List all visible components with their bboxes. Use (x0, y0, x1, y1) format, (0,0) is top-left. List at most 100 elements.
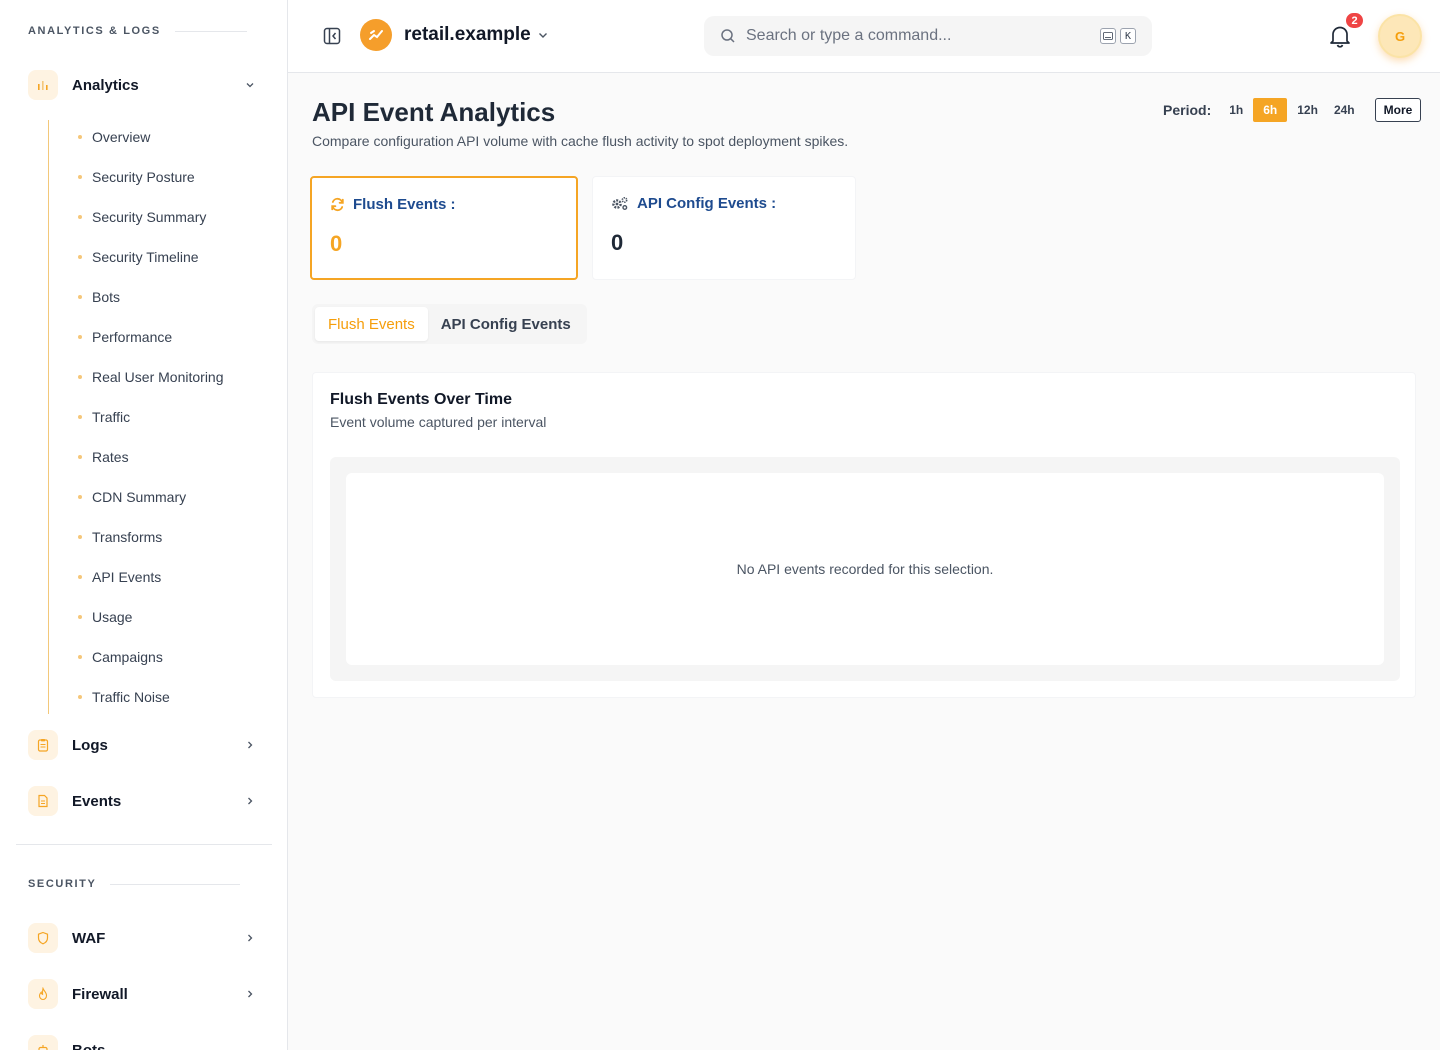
sidebar-subitem-label: Security Posture (92, 169, 195, 185)
bullet-dot-icon (78, 415, 82, 419)
sidebar-item-logs[interactable]: Logs (28, 729, 260, 761)
flush-events-label: Flush Events : (353, 196, 456, 213)
chevron-down-icon (537, 29, 549, 41)
bullet-dot-icon (78, 215, 82, 219)
page-title: API Event Analytics (312, 97, 556, 127)
bullet-dot-icon (78, 135, 82, 139)
api-config-events-count: 0 (611, 230, 624, 255)
sidebar-subitem-label: Usage (92, 609, 133, 625)
command-search[interactable]: K (704, 16, 1152, 56)
sidebar-collapse-icon (322, 26, 342, 46)
sidebar-item-label: WAF (72, 929, 106, 947)
chart-subtitle: Event volume captured per interval (330, 414, 547, 430)
sidebar-subitem-usage[interactable]: Usage (78, 605, 132, 629)
bullet-dot-icon (78, 695, 82, 699)
flush-events-count: 0 (330, 231, 343, 256)
bullet-dot-icon (78, 655, 82, 659)
sidebar-subitem-label: Security Summary (92, 209, 207, 225)
chevron-right-icon[interactable] (240, 735, 260, 755)
notification-badge: 2 (1345, 12, 1364, 29)
period-6h-button[interactable]: 6h (1253, 98, 1288, 122)
bullet-dot-icon (78, 455, 82, 459)
sidebar-subitem-security-posture[interactable]: Security Posture (78, 165, 195, 189)
sidebar-subitem-bots[interactable]: Bots (78, 285, 120, 309)
bot-icon (28, 1035, 58, 1050)
sidebar-subitem-traffic-noise[interactable]: Traffic Noise (78, 685, 170, 709)
sidebar-subitem-performance[interactable]: Performance (78, 325, 172, 349)
sidebar-subitem-real-user-monitoring[interactable]: Real User Monitoring (78, 365, 224, 389)
bullet-dot-icon (78, 255, 82, 259)
chart-title: Flush Events Over Time (330, 391, 512, 408)
sidebar-divider (16, 844, 272, 845)
clipboard-icon (28, 730, 58, 760)
sidebar-subitem-security-timeline[interactable]: Security Timeline (78, 245, 199, 269)
api-config-events-label: API Config Events : (637, 195, 777, 212)
sidebar-subitem-label: CDN Summary (92, 489, 187, 505)
period-24h-button[interactable]: 24h (1328, 98, 1361, 122)
bullet-dot-icon (78, 375, 82, 379)
sidebar-subitem-label: Campaigns (92, 649, 163, 665)
chevron-down-icon[interactable] (240, 75, 260, 95)
flame-icon (28, 979, 58, 1009)
bullet-dot-icon (78, 295, 82, 299)
sidebar-item-bots[interactable]: Bots (28, 1034, 260, 1050)
search-input[interactable] (746, 27, 1096, 45)
sidebar-subitem-cdn-summary[interactable]: CDN Summary (78, 485, 186, 509)
chart-empty-state: No API events recorded for this selectio… (346, 473, 1384, 665)
subnav-guide-line (48, 120, 49, 714)
sidebar: ANALYTICS & LOGS Analytics Overview Secur… (0, 0, 288, 1050)
site-logo-icon (360, 19, 392, 51)
bullet-dot-icon (78, 175, 82, 179)
chevron-right-icon[interactable] (240, 984, 260, 1004)
empty-state-message: No API events recorded for this selectio… (736, 561, 994, 577)
sidebar-subitem-label: Security Timeline (92, 249, 199, 265)
sidebar-item-waf[interactable]: WAF (28, 922, 260, 954)
refresh-icon (330, 197, 353, 212)
section-header-analytics-logs: ANALYTICS & LOGS (28, 25, 247, 37)
sidebar-toggle-button[interactable] (320, 24, 344, 48)
sidebar-subitem-label: Overview (92, 129, 151, 145)
tab-api-config-events[interactable]: API Config Events (428, 307, 584, 341)
chart-container: No API events recorded for this selectio… (330, 457, 1400, 681)
period-selector: Period: 1h 6h 12h 24h More (1163, 98, 1422, 122)
chevron-right-icon[interactable] (240, 928, 260, 948)
sidebar-subitem-label: Real User Monitoring (92, 369, 224, 385)
sidebar-subitem-security-summary[interactable]: Security Summary (78, 205, 206, 229)
chart-panel: Flush Events Over Time Event volume capt… (312, 372, 1416, 698)
page-description: Compare configuration API volume with ca… (312, 133, 849, 149)
bullet-dot-icon (78, 335, 82, 339)
section-header-security: SECURITY (28, 878, 241, 890)
sidebar-item-label: Analytics (72, 76, 139, 94)
sidebar-item-events[interactable]: Events (28, 785, 260, 817)
shield-icon (28, 923, 58, 953)
period-12h-button[interactable]: 12h (1291, 98, 1324, 122)
chevron-right-icon[interactable] (240, 791, 260, 811)
bullet-dot-icon (78, 575, 82, 579)
sidebar-item-analytics[interactable]: Analytics (28, 69, 260, 101)
sidebar-item-label: Bots (72, 1041, 106, 1050)
sidebar-subitem-transforms[interactable]: Transforms (78, 525, 162, 549)
search-icon (720, 28, 736, 44)
gears-icon (611, 196, 637, 211)
period-more-button[interactable]: More (1374, 98, 1422, 122)
bullet-dot-icon (78, 615, 82, 619)
bullet-dot-icon (78, 535, 82, 539)
sidebar-subitem-campaigns[interactable]: Campaigns (78, 645, 163, 669)
sidebar-item-firewall[interactable]: Firewall (28, 978, 260, 1010)
sidebar-subitem-rates[interactable]: Rates (78, 445, 129, 469)
api-config-events-card[interactable]: API Config Events : 0 (592, 176, 856, 280)
sidebar-subitem-api-events[interactable]: API Events (78, 565, 161, 589)
sidebar-item-label: Logs (72, 736, 108, 754)
sidebar-subitem-overview[interactable]: Overview (78, 125, 150, 149)
sidebar-subitem-label: Traffic Noise (92, 689, 170, 705)
keyboard-shortcut-icon (1100, 28, 1116, 44)
site-switcher[interactable]: retail.example (404, 24, 549, 46)
tab-flush-events[interactable]: Flush Events (315, 307, 428, 341)
flush-events-card[interactable]: Flush Events : 0 (310, 176, 578, 280)
sidebar-subitem-traffic[interactable]: Traffic (78, 405, 130, 429)
sidebar-subitem-label: API Events (92, 569, 162, 585)
period-1h-button[interactable]: 1h (1223, 98, 1249, 122)
sidebar-item-label: Events (72, 792, 122, 810)
site-name: retail.example (404, 24, 531, 45)
avatar[interactable]: G (1378, 14, 1422, 58)
